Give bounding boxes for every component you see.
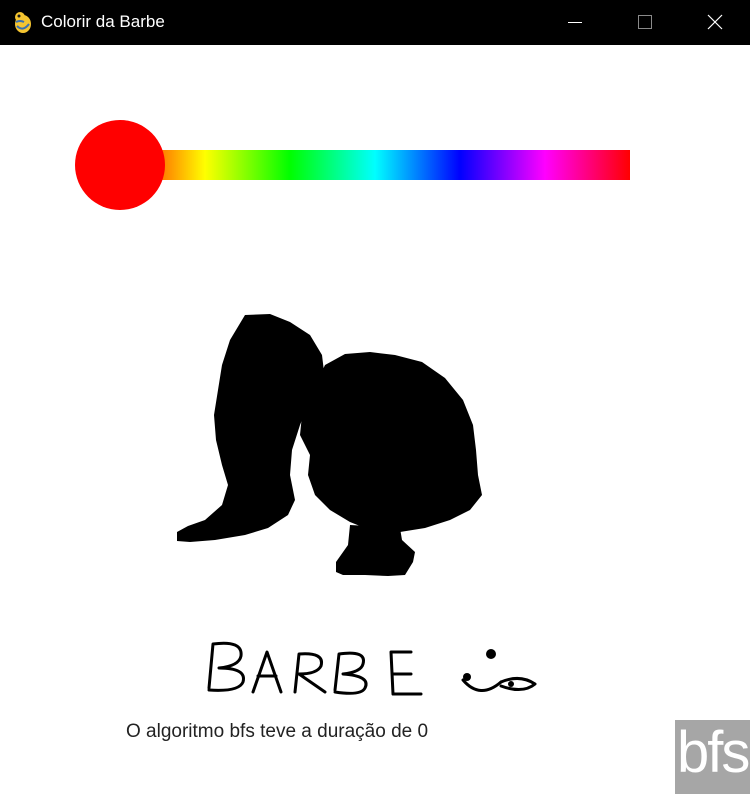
minimize-button[interactable]: [540, 0, 610, 45]
watermark-text: bfs: [677, 720, 750, 785]
maximize-button[interactable]: [610, 0, 680, 45]
window-title: Colorir da Barbe: [41, 12, 165, 31]
color-picker-knob[interactable]: [75, 120, 165, 210]
maximize-icon: [638, 15, 652, 29]
minimize-icon: [568, 22, 582, 23]
close-button[interactable]: [680, 0, 750, 45]
bfs-watermark: bfs: [675, 720, 750, 794]
algorithm-duration-status: O algoritmo bfs teve a duração de 0: [126, 721, 429, 742]
pygame-snake-icon: [15, 12, 31, 33]
title-bar: Colorir da Barbe: [0, 0, 750, 45]
hue-slider-track[interactable]: [120, 150, 630, 180]
silhouette-neck[interactable]: [336, 525, 415, 576]
handwritten-barbe-drawing: [207, 641, 537, 696]
silhouette-head[interactable]: [300, 352, 482, 532]
close-icon: [707, 14, 723, 30]
barbie-silhouette[interactable]: [160, 300, 500, 590]
